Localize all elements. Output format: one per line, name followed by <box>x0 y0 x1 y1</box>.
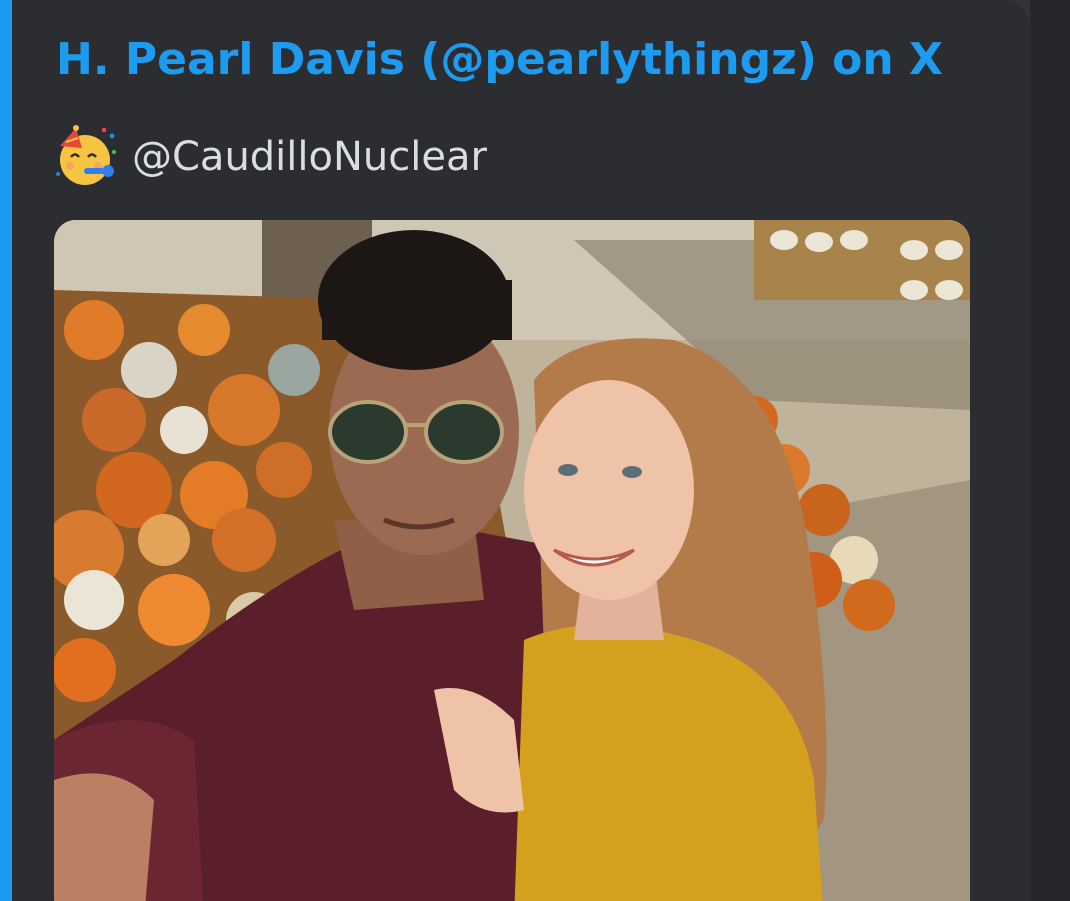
embed-author: @CaudilloNuclear <box>54 122 487 192</box>
chat-view: H. Pearl Davis (@pearlythingz) on X @Cau… <box>0 0 1070 901</box>
scroll-gutter <box>1030 0 1070 901</box>
embed-accent-bar <box>0 0 12 901</box>
party-face-emoji-icon <box>56 125 116 185</box>
embed-author-handle[interactable]: @CaudilloNuclear <box>132 134 487 180</box>
embed-photo[interactable] <box>54 220 970 901</box>
selfie-photo-illustration <box>54 220 970 901</box>
link-embed-card: H. Pearl Davis (@pearlythingz) on X @Cau… <box>0 0 1030 901</box>
embed-title-link[interactable]: H. Pearl Davis (@pearlythingz) on X <box>56 28 943 92</box>
